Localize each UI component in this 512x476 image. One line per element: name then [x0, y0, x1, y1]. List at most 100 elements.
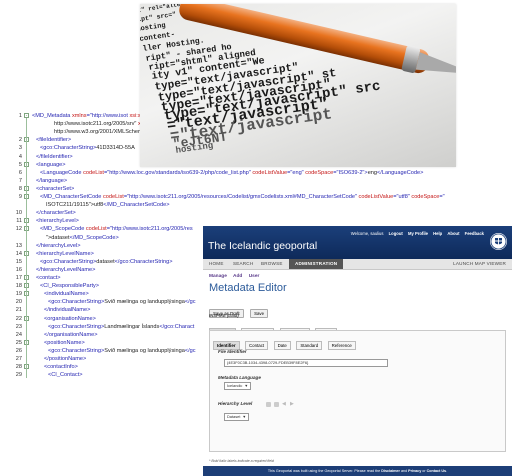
- code-token: </positionName>: [44, 356, 87, 362]
- line-number: 1: [18, 113, 22, 119]
- line-number: 24: [15, 331, 22, 338]
- code-text: <gco:CharacterString>dataset</gco:Charac…: [40, 258, 172, 266]
- arrow-left-icon[interactable]: ◀: [282, 402, 287, 407]
- metadata-panel: Identifier Contact Date Standard Referen…: [209, 330, 506, 452]
- code-token: codeSpace: [411, 194, 440, 200]
- tab-contact[interactable]: Contact: [245, 341, 269, 350]
- code-text: </language>: [36, 177, 67, 185]
- tab-standard[interactable]: Standard: [296, 341, 323, 350]
- code-text: </hierarchyLevelName>: [36, 266, 95, 274]
- code-token: </LanguageCode>: [377, 169, 424, 176]
- code-token: codeSpace: [305, 169, 334, 176]
- code-text: <gco:CharacterString>41D3314D-55A: [40, 144, 135, 152]
- about-link[interactable]: About: [447, 231, 459, 236]
- code-token: </hierarchyLevelName>: [36, 266, 96, 273]
- launch-map-viewer-link[interactable]: LAUNCH MAP VIEWER: [453, 261, 506, 266]
- code-token: <hierarchyLevelName>: [36, 250, 94, 257]
- line-number: 19: [15, 291, 22, 298]
- nav-home[interactable]: HOME: [209, 261, 224, 266]
- line-number: 27: [15, 356, 22, 362]
- code-token: </fileIdentifier>: [36, 153, 73, 160]
- chevron-down-icon: ▼: [242, 415, 247, 419]
- code-text: <CI_ResponsibleParty>: [40, 282, 99, 290]
- portal-footer: This Geoportal was built using the Geopo…: [203, 466, 512, 476]
- code-token: codeList: [83, 169, 104, 176]
- footer-end: .: [446, 469, 448, 473]
- code-text: </positionName>: [44, 355, 86, 363]
- code-token: </gc: [184, 299, 196, 306]
- code-token: dataset: [96, 258, 115, 265]
- add-icon[interactable]: [266, 402, 271, 407]
- line-number: 7: [18, 177, 22, 184]
- line-number: 16: [15, 266, 22, 273]
- footer-and: and: [399, 469, 409, 473]
- contact-us-link[interactable]: Contact Us: [427, 469, 446, 473]
- code-text: http://www.w3.org/2001/XMLSchema-in: [54, 128, 152, 136]
- code-token: ="http://www.loc.gov/standards/iso639-2/…: [103, 169, 253, 176]
- code-token: <positionName>: [44, 339, 85, 346]
- code-token: <MD_Metadata: [32, 113, 72, 119]
- my-profile-link[interactable]: My Profile: [408, 231, 428, 236]
- save-button[interactable]: Save: [250, 309, 269, 318]
- file-identifier-input[interactable]: {4E3F0C3B-1034-4398-0729-FDEB39F8E2F6}: [224, 359, 388, 367]
- chevron-down-icon: ▼: [244, 384, 249, 388]
- code-text: <positionName>: [44, 339, 85, 347]
- arrow-right-icon[interactable]: ▶: [290, 402, 295, 407]
- metadata-language-select[interactable]: Icelandic ▼: [224, 382, 252, 390]
- line-number: 25: [15, 339, 22, 346]
- code-token: </MD_CharacterSetCode>: [103, 202, 170, 209]
- code-token: <CI_ResponsibleParty>: [40, 283, 100, 290]
- fold-guide: [26, 118, 27, 378]
- main-nav: HOME SEARCH BROWSE ADMINISTRATION LAUNCH…: [203, 259, 512, 270]
- code-text: <characterSet>: [36, 185, 74, 193]
- nav-browse[interactable]: BROWSE: [261, 261, 283, 266]
- code-token: <MD_ScopeCode: [40, 226, 86, 233]
- feedback-link[interactable]: Feedback: [465, 231, 484, 236]
- line-number: 23: [15, 323, 22, 330]
- code-token: <gco:CharacterString>: [48, 347, 105, 354]
- code-token: </individualName>: [44, 307, 91, 314]
- line-number: 2: [18, 137, 22, 144]
- code-token: </organisationName>: [44, 331, 98, 338]
- line-number: 6: [18, 169, 22, 176]
- hierarchy-level-label: Hierarchy Level: [218, 401, 253, 406]
- code-text: <gco:CharacterString>Svið mælinga og lan…: [48, 298, 196, 306]
- submenu-add[interactable]: Add: [233, 274, 242, 279]
- code-text: <hierarchyLevelName>: [36, 250, 94, 258]
- code-text: </fileIdentifier>: [36, 153, 73, 161]
- code-text: </characterSet>: [36, 209, 76, 217]
- code-token: </language>: [36, 177, 68, 184]
- code-token: <gco:CharacterString>: [48, 299, 105, 306]
- privacy-link[interactable]: Privacy: [408, 469, 421, 473]
- code-text: ">dataset</MD_ScopeCode>: [46, 234, 119, 242]
- help-link[interactable]: Help: [433, 231, 442, 236]
- nav-administration[interactable]: ADMINISTRATION: [289, 259, 344, 269]
- line-number: 29: [15, 372, 22, 379]
- disclaimer-link[interactable]: Disclaimer: [381, 469, 400, 473]
- submenu-manage[interactable]: Manage: [209, 274, 227, 279]
- code-token: <contactInfo>: [44, 364, 78, 371]
- line-number: 21: [15, 307, 22, 314]
- logout-link[interactable]: Logout: [389, 231, 403, 236]
- tab-date[interactable]: Date: [273, 341, 291, 350]
- code-token: </MD_ScopeCode>: [69, 234, 119, 241]
- line-number: 8: [18, 185, 22, 192]
- code-text: <contact>: [36, 274, 61, 282]
- tab-reference[interactable]: Reference: [327, 341, 356, 350]
- code-token: Svið mælinga og landupplýsinga: [104, 299, 185, 306]
- code-token: codeListValue: [252, 169, 288, 176]
- code-token: </hierarchyLevel>: [36, 242, 81, 249]
- portal-header: The Icelandic geoportal Welcome, saulius…: [203, 226, 512, 259]
- code-token: xmlns: [71, 113, 87, 119]
- language-value: Icelandic: [227, 383, 243, 388]
- line-number: 3: [18, 145, 22, 152]
- footer-text: This Geoportal was built using the Geopo…: [267, 469, 382, 473]
- code-photo-with-pen: ipt" rel="alternate" ript" src=" hosting co…: [140, 4, 456, 167]
- delete-icon[interactable]: [274, 402, 279, 407]
- nav-search[interactable]: SEARCH: [233, 261, 253, 266]
- hierarchy-level-select[interactable]: Dataset ▼: [224, 413, 250, 421]
- line-number: 12: [15, 226, 22, 233]
- code-token: http://www.w3.org/2001/XMLSchema-in: [54, 129, 152, 136]
- line-number: 20: [15, 299, 22, 306]
- submenu-user[interactable]: User: [249, 274, 260, 279]
